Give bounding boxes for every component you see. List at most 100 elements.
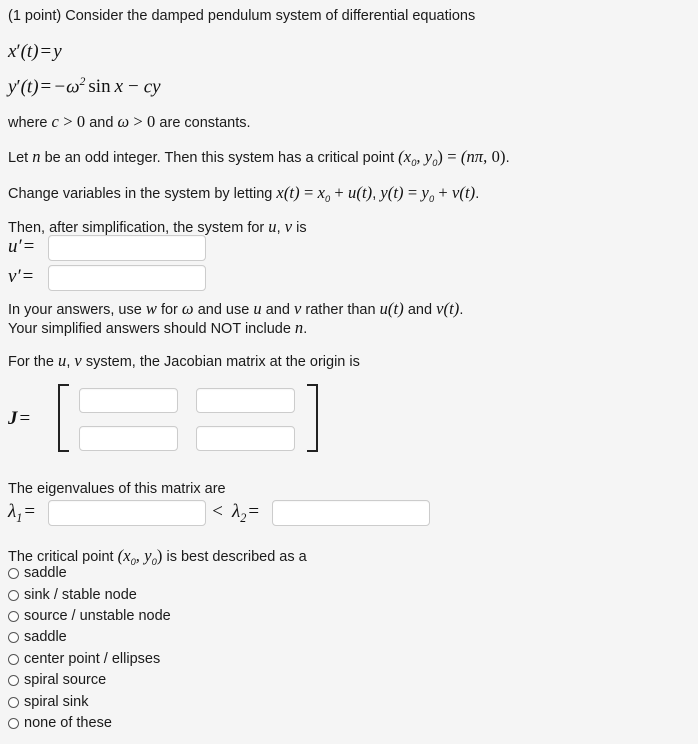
classification-option-label: source / unstable node: [24, 608, 171, 624]
eigenvalues-heading-text: The eigenvalues of this matrix are: [8, 481, 226, 497]
jacobian-label: J =: [8, 408, 32, 430]
constants-tail-text: are constants.: [155, 115, 251, 131]
constants-condition-line: where c > 0 and ω > 0 are constants.: [8, 112, 251, 132]
change-variables-eq1: =: [299, 183, 318, 202]
radio-icon[interactable]: [8, 589, 19, 601]
radio-icon[interactable]: [8, 653, 19, 665]
change-variables-u-of-t: u(t): [348, 183, 373, 202]
critical-point-npi-open: (n: [460, 147, 475, 166]
instructions-text-e: rather than: [301, 302, 380, 318]
eq2-minus2: −: [128, 76, 139, 98]
lambda2-input[interactable]: [272, 500, 430, 526]
u-prime-input[interactable]: [48, 235, 206, 261]
lambda-less-than: <: [211, 501, 224, 522]
eigenvalue-comparator: <: [211, 501, 224, 523]
eq2-sin: sin: [88, 76, 111, 98]
eq2-omega: ω: [66, 76, 80, 98]
constants-gt2: >: [129, 112, 148, 131]
instructions-text-d: and: [261, 302, 294, 318]
lambda2-symbol: λ: [232, 501, 241, 522]
critical-point-x0: (x: [398, 147, 412, 166]
odd-integer-n: n: [32, 147, 41, 166]
radio-icon[interactable]: [8, 610, 19, 622]
eq2-equals: =: [40, 76, 52, 98]
eq1-equals: =: [40, 41, 52, 62]
instructions2-period: .: [303, 321, 308, 337]
jacobian-cell-j21-input[interactable]: [79, 426, 178, 451]
u-prime-var: u: [8, 236, 18, 257]
change-variables-plus1: +: [330, 183, 349, 202]
jacobian-heading: For the u, v system, the Jacobian matrix…: [8, 351, 360, 371]
after-simplification-text-b: is: [292, 220, 307, 236]
change-variables-x0: x: [317, 183, 326, 202]
radio-icon[interactable]: [8, 696, 19, 708]
constants-c: c: [51, 112, 59, 131]
eq1-rhs: y: [53, 41, 62, 62]
constants-and-text: and: [85, 115, 118, 131]
classification-prompt-text-a: The critical point: [8, 549, 118, 565]
classification-option-saddle-1[interactable]: saddle: [8, 566, 67, 581]
classification-option-none-of-these[interactable]: none of these: [8, 716, 112, 731]
classification-y0: , y: [135, 546, 152, 565]
lambda1-label: λ1 =: [8, 501, 37, 526]
u-prime-label: u′ =: [8, 236, 36, 258]
points-prefix-text: (1 point) Consider the damped pendulum s…: [8, 8, 476, 24]
eigenvalues-heading: The eigenvalues of this matrix are: [8, 481, 226, 498]
jacobian-equals: =: [19, 408, 31, 429]
eq2-x: x: [114, 76, 124, 98]
critical-point-y0: , y: [416, 147, 433, 166]
lambda2-equals: =: [248, 501, 260, 522]
instructions-text-a: In your answers, use: [8, 302, 146, 318]
instructions-period: .: [459, 302, 464, 318]
v-prime-equals: =: [22, 266, 34, 287]
radio-icon[interactable]: [8, 717, 19, 729]
jacobian-cell-j12-input[interactable]: [196, 388, 295, 413]
lambda1-symbol: λ: [8, 501, 17, 522]
instructions-text-c: and use: [193, 302, 254, 318]
jacobian-cell-j22-input[interactable]: [196, 426, 295, 451]
instructions-u: u: [253, 299, 262, 318]
constants-where-text: where: [8, 115, 52, 131]
eq2-y: y: [152, 76, 161, 98]
after-simplification-u: u: [268, 217, 277, 236]
classification-option-label: saddle: [24, 629, 67, 645]
instructions-u-of-t: u(t): [379, 299, 404, 318]
matrix-bracket-right: [307, 384, 318, 452]
classification-option-saddle-2[interactable]: saddle: [8, 630, 67, 645]
matrix-bracket-left: [58, 384, 69, 452]
classification-option-center-point-ellipses[interactable]: center point / ellipses: [8, 652, 160, 667]
change-variables-x-of-t: x(t): [276, 183, 300, 202]
equation-y-prime: y′(t) = −ω2 sin x − cy: [8, 75, 161, 98]
instructions-v-of-t: v(t): [436, 299, 460, 318]
odd-integer-text-b: be an odd integer. Then this system has …: [40, 150, 399, 166]
change-variables-v-of-t: v(t): [451, 183, 476, 202]
classification-option-spiral-sink[interactable]: spiral sink: [8, 695, 88, 710]
radio-icon[interactable]: [8, 674, 19, 686]
change-variables-period: .: [475, 186, 480, 202]
radio-icon[interactable]: [8, 567, 19, 579]
classification-option-sink-stable-node[interactable]: sink / stable node: [8, 588, 137, 603]
constants-omega: ω: [117, 112, 130, 131]
critical-point-pi: π: [474, 147, 484, 166]
odd-integer-text-a: Let: [8, 150, 33, 166]
eq2-c: c: [143, 76, 153, 98]
v-prime-input[interactable]: [48, 265, 206, 291]
answer-instructions-line-1: In your answers, use w for ω and use u a…: [8, 299, 463, 319]
critical-point-equals: =: [442, 147, 461, 166]
odd-integer-line: Let n be an odd integer. Then this syste…: [8, 147, 510, 169]
instructions-w: w: [145, 299, 157, 318]
lambda1-input[interactable]: [48, 500, 206, 526]
radio-icon[interactable]: [8, 631, 19, 643]
instructions-omega: ω: [181, 299, 194, 318]
classification-option-spiral-source[interactable]: spiral source: [8, 673, 106, 688]
jacobian-heading-text-a: For the: [8, 354, 58, 370]
classification-prompt-text-b: is best described as a: [162, 549, 307, 565]
instructions-text-f: and: [403, 302, 437, 318]
eq1-argument: (t): [20, 41, 39, 62]
classification-option-label: none of these: [24, 715, 112, 731]
classification-option-source-unstable-node[interactable]: source / unstable node: [8, 609, 171, 624]
jacobian-cell-j11-input[interactable]: [79, 388, 178, 413]
change-variables-line: Change variables in the system by lettin…: [8, 183, 479, 205]
lambda1-equals: =: [24, 501, 36, 522]
classification-option-label: spiral source: [24, 672, 107, 688]
